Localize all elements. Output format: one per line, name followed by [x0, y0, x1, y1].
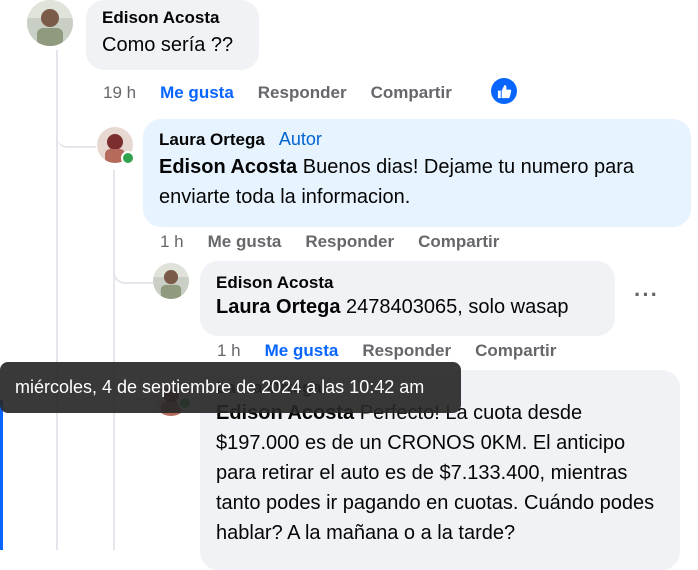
- author-badge: Autor: [278, 129, 322, 149]
- share-button[interactable]: Compartir: [475, 341, 556, 361]
- comment-actions: 19 h Me gusta Responder Compartir: [103, 83, 452, 103]
- share-button[interactable]: Compartir: [371, 83, 452, 103]
- thumbs-up-icon[interactable]: [491, 78, 517, 104]
- reply-button[interactable]: Responder: [362, 341, 451, 361]
- comment-time[interactable]: 1 h: [217, 341, 241, 361]
- comment-author[interactable]: Laura Ortega: [159, 130, 265, 149]
- comment-body: 2478403065, solo wasap: [340, 296, 569, 318]
- avatar-photo: [153, 263, 189, 299]
- comment-author[interactable]: Edison Acosta: [102, 8, 243, 28]
- thread-line: [113, 170, 115, 550]
- online-status-icon: [121, 151, 135, 165]
- comment-text: Edison Acosta Buenos dias! Dejame tu num…: [159, 152, 675, 212]
- mention-link[interactable]: Laura Ortega: [216, 296, 340, 318]
- thumbs-up-glyph: [497, 84, 511, 98]
- comment-bubble: Edison Acosta Como sería ??: [86, 0, 259, 70]
- timestamp-tooltip: miércoles, 4 de septiembre de 2024 a las…: [0, 362, 461, 413]
- comment-actions: 1 h Me gusta Responder Compartir: [217, 341, 556, 361]
- comment-time[interactable]: 1 h: [160, 232, 184, 252]
- comment-actions: 1 h Me gusta Responder Compartir: [160, 232, 499, 252]
- mention-link[interactable]: Edison Acosta: [159, 156, 297, 178]
- reply-button[interactable]: Responder: [258, 83, 347, 103]
- avatar-photo: [27, 0, 73, 46]
- comment-text: Como sería ??: [102, 34, 234, 56]
- thread-connector: [56, 122, 96, 148]
- comment-author[interactable]: Edison Acosta: [216, 273, 599, 293]
- comment-time[interactable]: 19 h: [103, 83, 136, 103]
- reply-button[interactable]: Responder: [305, 232, 394, 252]
- avatar-edison[interactable]: [27, 0, 73, 46]
- more-options-icon[interactable]: ···: [634, 282, 659, 308]
- like-button[interactable]: Me gusta: [208, 232, 282, 252]
- like-button[interactable]: Me gusta: [265, 341, 339, 361]
- comment-text: Laura Ortega 2478403065, solo wasap: [216, 294, 599, 320]
- thread-connector: [113, 258, 153, 284]
- comment-bubble: Laura Ortega Autor Edison Acosta Buenos d…: [143, 119, 691, 227]
- avatar-edison[interactable]: [153, 263, 189, 299]
- comment-text: Edison Acosta Perfecto! La cuota desde $…: [216, 398, 666, 548]
- like-button[interactable]: Me gusta: [160, 83, 234, 103]
- share-button[interactable]: Compartir: [418, 232, 499, 252]
- comment-bubble: Edison Acosta Laura Ortega 2478403065, s…: [200, 261, 615, 336]
- focus-indicator: [0, 400, 3, 550]
